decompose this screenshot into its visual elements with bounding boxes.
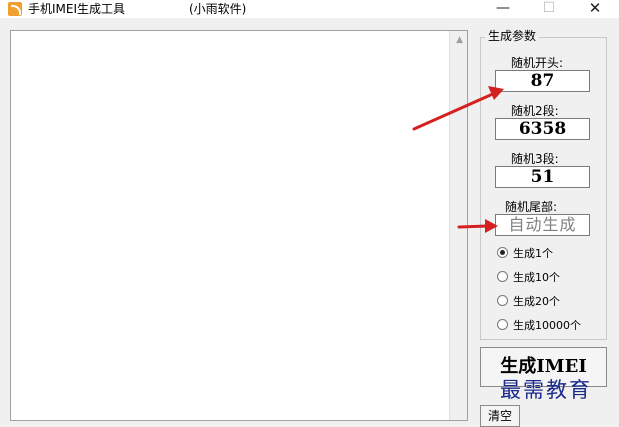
arrow-to-prefix: [412, 86, 504, 131]
watermark-text: 最需教育: [500, 378, 592, 402]
arrow-to-suffix: [457, 219, 498, 233]
annotation-arrows: [412, 86, 504, 233]
